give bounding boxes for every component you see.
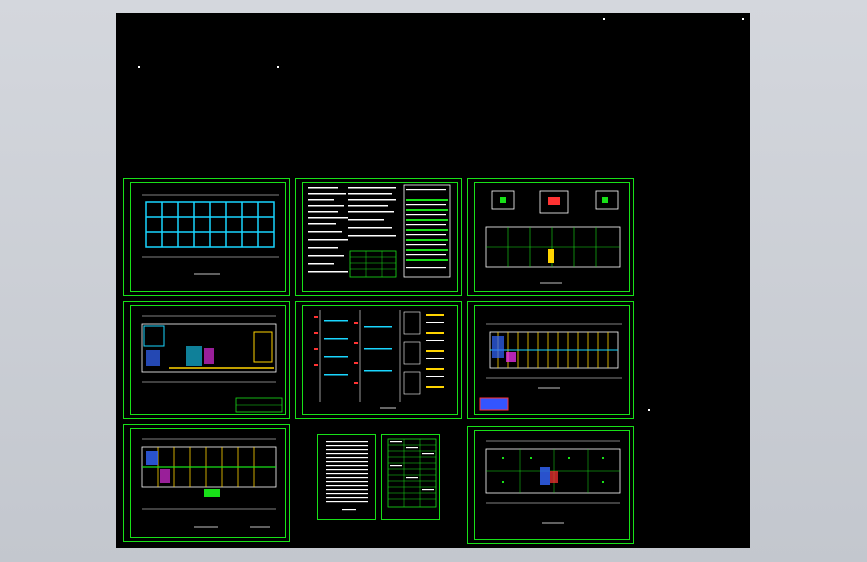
table-a-drawing xyxy=(326,441,368,511)
floor-plan-4-drawing xyxy=(141,438,277,528)
canvas-mark xyxy=(603,18,605,20)
canvas-mark xyxy=(648,409,650,411)
drawing-sheet-table-b[interactable] xyxy=(381,434,440,520)
drawing-sheet-floor-plan-3[interactable] xyxy=(467,301,634,419)
drawing-sheet-table-a[interactable] xyxy=(317,434,376,520)
schematic-sheet-drawing xyxy=(314,310,444,409)
table-b-drawing xyxy=(387,438,437,508)
canvas-mark xyxy=(742,18,744,20)
app-frame xyxy=(0,0,867,562)
drawing-canvas[interactable] xyxy=(116,13,750,548)
details-sheet-drawing xyxy=(485,190,621,284)
drawing-sheet-details[interactable] xyxy=(467,178,634,296)
drawing-sheet-schematic[interactable] xyxy=(295,301,462,419)
canvas-mark xyxy=(277,66,279,68)
drawing-sheet-floor-plan-1[interactable] xyxy=(123,178,290,296)
drawing-sheet-notes[interactable] xyxy=(295,178,462,296)
floor-plan-5-drawing xyxy=(485,440,621,524)
drawing-sheet-floor-plan-2[interactable] xyxy=(123,301,290,419)
floor-plan-2-drawing xyxy=(141,315,283,413)
drawing-sheet-floor-plan-5[interactable] xyxy=(467,426,634,544)
floor-plan-1-drawing xyxy=(142,194,279,275)
drawing-sheet-floor-plan-4[interactable] xyxy=(123,424,290,542)
notes-sheet-drawing xyxy=(308,184,451,278)
floor-plan-3-drawing xyxy=(479,323,622,411)
canvas-mark xyxy=(138,66,140,68)
